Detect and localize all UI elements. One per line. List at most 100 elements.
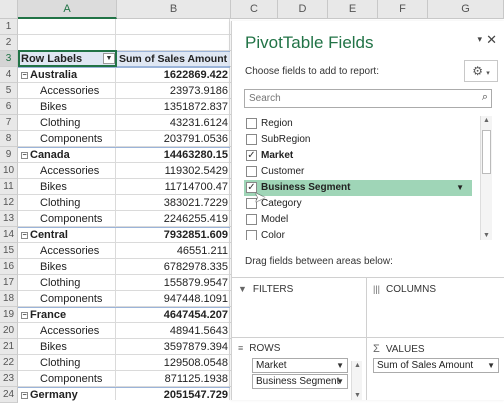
group-row-value[interactable]: 14463280.15: [118, 147, 228, 163]
chevron-down-icon[interactable]: ▼: [456, 180, 464, 196]
field-checkbox[interactable]: [246, 166, 257, 177]
row-header[interactable]: 16: [0, 259, 18, 275]
column-header-a[interactable]: A: [18, 0, 117, 19]
column-header-d[interactable]: D: [278, 0, 328, 19]
pane-options-chevron-icon[interactable]: ▾: [477, 34, 482, 45]
field-item-customer[interactable]: Customer: [244, 164, 472, 180]
field-list-scrollbar[interactable]: ▲ ▼: [480, 116, 492, 240]
tools-gear-button[interactable]: ⚙ ▾: [464, 60, 498, 82]
row-header[interactable]: 15: [0, 243, 18, 259]
item-row-label[interactable]: Bikes: [18, 339, 134, 355]
item-row-value[interactable]: 2246255.419: [118, 211, 228, 227]
item-row-value[interactable]: 871125.1938: [118, 371, 228, 387]
row-header[interactable]: 11: [0, 179, 18, 195]
item-row-label[interactable]: Components: [18, 371, 134, 387]
row-header[interactable]: 21: [0, 339, 18, 355]
search-box[interactable]: ⌕: [244, 89, 492, 108]
group-row-value[interactable]: 2051547.729: [118, 387, 228, 403]
rows-area-scrollbar[interactable]: ▲ ▼: [351, 361, 362, 400]
group-row-value[interactable]: 7932851.609: [118, 227, 228, 243]
item-row-label[interactable]: Accessories: [18, 83, 134, 99]
group-row-value[interactable]: 1622869.422: [118, 67, 228, 83]
item-row-label[interactable]: Components: [18, 211, 134, 227]
row-header[interactable]: 5: [0, 83, 18, 99]
field-checkbox[interactable]: [246, 134, 257, 145]
item-row-value[interactable]: 119302.5429: [118, 163, 228, 179]
row-labels-filter-button[interactable]: ▼: [103, 53, 115, 64]
row-header[interactable]: 9: [0, 147, 18, 163]
values-item-sum-of-sales[interactable]: Sum of Sales Amount ▼: [373, 358, 499, 373]
item-row-label[interactable]: Clothing: [18, 115, 134, 131]
item-row-value[interactable]: 1351872.837: [118, 99, 228, 115]
item-row-label[interactable]: Components: [18, 131, 134, 147]
group-row-label[interactable]: − Germany: [21, 387, 117, 403]
search-input[interactable]: [245, 90, 473, 106]
row-header[interactable]: 20: [0, 323, 18, 339]
group-row-label[interactable]: − Canada: [21, 147, 117, 163]
rows-item-market[interactable]: Market ▼: [252, 358, 348, 373]
collapse-icon[interactable]: −: [21, 311, 28, 319]
item-row-value[interactable]: 6782978.335: [118, 259, 228, 275]
field-item-business-segment[interactable]: ✓ Business Segment ▼: [244, 180, 472, 196]
item-row-value[interactable]: 43231.6124: [118, 115, 228, 131]
row-header[interactable]: 10: [0, 163, 18, 179]
field-item-color[interactable]: Color: [244, 228, 472, 240]
sum-of-sales-header[interactable]: Sum of Sales Amount: [119, 51, 230, 67]
scroll-down-icon[interactable]: ▼: [483, 232, 490, 239]
column-header-c[interactable]: C: [231, 0, 278, 19]
item-row-value[interactable]: 46551.211: [118, 243, 228, 259]
row-header[interactable]: 14: [0, 227, 18, 243]
column-header-f[interactable]: F: [378, 0, 428, 19]
item-row-label[interactable]: Accessories: [18, 323, 134, 339]
row-header[interactable]: 12: [0, 195, 18, 211]
item-row-value[interactable]: 383021.7229: [118, 195, 228, 211]
rows-item-business-segment[interactable]: Business Segment ▼: [252, 374, 348, 389]
column-header-b[interactable]: B: [117, 0, 231, 19]
scroll-up-icon[interactable]: ▲: [483, 117, 490, 124]
field-item-region[interactable]: Region: [244, 116, 472, 132]
column-header-g[interactable]: G: [428, 0, 504, 19]
collapse-icon[interactable]: −: [21, 231, 28, 239]
row-header[interactable]: 4: [0, 67, 18, 83]
collapse-icon[interactable]: −: [21, 71, 28, 79]
row-header[interactable]: 19: [0, 307, 18, 323]
scrollbar-thumb[interactable]: [482, 130, 491, 174]
close-icon[interactable]: ✕: [486, 32, 497, 48]
field-item-market[interactable]: ✓ Market: [244, 148, 472, 164]
field-checkbox[interactable]: [246, 118, 257, 129]
group-row-value[interactable]: 4647454.207: [118, 307, 228, 323]
group-row-label[interactable]: − Central: [21, 227, 117, 243]
item-row-value[interactable]: 129508.0548: [118, 355, 228, 371]
field-item-category[interactable]: Category: [244, 196, 472, 212]
column-header-e[interactable]: E: [328, 0, 378, 19]
field-checkbox[interactable]: [246, 214, 257, 225]
field-item-subregion[interactable]: SubRegion: [244, 132, 472, 148]
item-row-value[interactable]: 155879.9547: [118, 275, 228, 291]
field-checkbox[interactable]: [246, 230, 257, 240]
row-header[interactable]: 22: [0, 355, 18, 371]
item-row-value[interactable]: 48941.5643: [118, 323, 228, 339]
collapse-icon[interactable]: −: [21, 391, 28, 399]
field-item-model[interactable]: Model: [244, 212, 472, 228]
row-header[interactable]: 6: [0, 99, 18, 115]
item-row-label[interactable]: Components: [18, 291, 134, 307]
item-row-value[interactable]: 11714700.47: [118, 179, 228, 195]
item-row-label[interactable]: Bikes: [18, 99, 134, 115]
item-row-value[interactable]: 203791.0536: [118, 131, 228, 147]
item-row-value[interactable]: 3597879.394: [118, 339, 228, 355]
row-header[interactable]: 7: [0, 115, 18, 131]
select-all-corner[interactable]: [0, 0, 18, 19]
item-row-label[interactable]: Clothing: [18, 355, 134, 371]
row-header[interactable]: 23: [0, 371, 18, 387]
item-row-label[interactable]: Bikes: [18, 259, 134, 275]
item-row-label[interactable]: Clothing: [18, 275, 134, 291]
row-header[interactable]: 18: [0, 291, 18, 307]
row-header[interactable]: 8: [0, 131, 18, 147]
group-row-label[interactable]: − France: [21, 307, 117, 323]
row-header[interactable]: 24: [0, 387, 18, 403]
field-checkbox[interactable]: ✓: [246, 150, 257, 161]
row-header[interactable]: 3: [0, 51, 18, 67]
row-header[interactable]: 1: [0, 19, 18, 35]
item-row-label[interactable]: Bikes: [18, 179, 134, 195]
item-row-label[interactable]: Clothing: [18, 195, 134, 211]
